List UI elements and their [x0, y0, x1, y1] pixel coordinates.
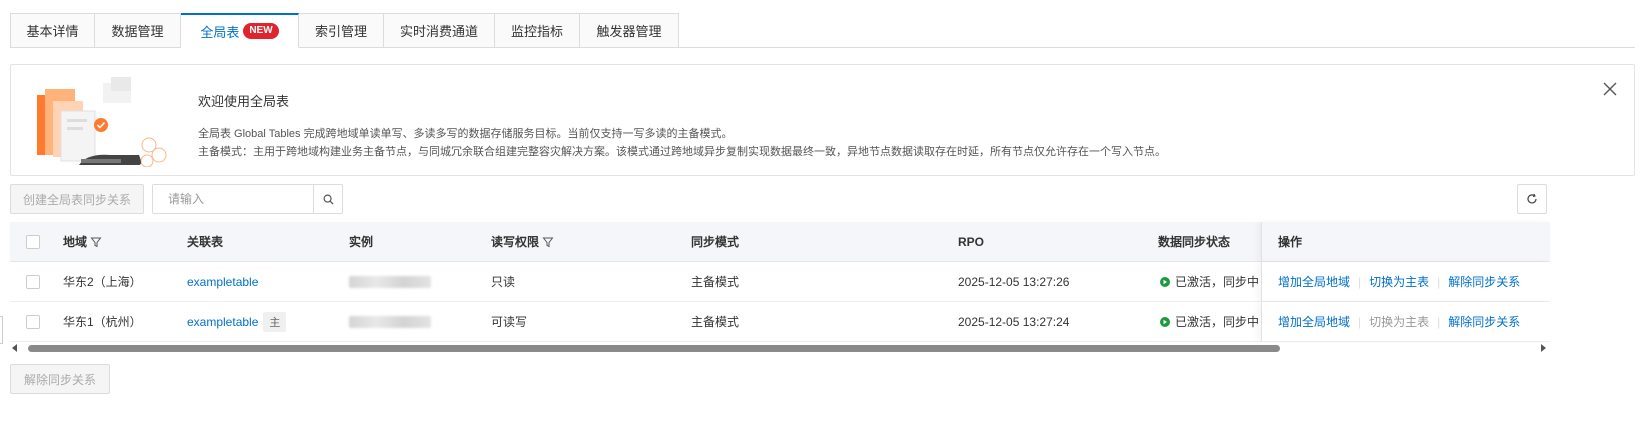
tab-index-management[interactable]: 索引管理 [299, 13, 384, 48]
primary-tag: 主 [263, 311, 287, 332]
header-rw-label: 读写权限 [491, 235, 540, 249]
filter-icon[interactable] [542, 236, 554, 248]
horizontal-scrollbar[interactable] [10, 342, 1550, 354]
refresh-button[interactable] [1517, 184, 1547, 214]
tab-label: 监控指标 [510, 24, 563, 39]
ops-links: 增加全局地域 | 切换为主表 | 解除同步关系 [1278, 302, 1520, 341]
ops-links: 增加全局地域 | 切换为主表 | 解除同步关系 [1278, 262, 1520, 301]
region-cell: 华东2（上海） [63, 275, 142, 289]
table-name-link[interactable]: exampletable [187, 275, 258, 289]
tab-label: 基本详情 [26, 24, 79, 39]
close-icon[interactable] [1602, 81, 1618, 97]
separator: | [1358, 314, 1362, 329]
table-row: 华东2（上海） exampletable 只读 主备模式 2025-12-05 … [10, 262, 1550, 302]
refresh-icon [1527, 193, 1537, 204]
search-button[interactable] [313, 185, 342, 213]
switch-primary-link[interactable]: 切换为主表 [1369, 273, 1429, 290]
row-checkbox[interactable] [26, 274, 40, 289]
tab-data-management[interactable]: 数据管理 [95, 13, 181, 48]
instance-redacted [349, 275, 431, 288]
tab-label: 索引管理 [314, 24, 367, 39]
add-region-link[interactable]: 增加全局地域 [1278, 273, 1350, 290]
remove-sync-button[interactable]: 解除同步关系 [10, 364, 110, 394]
row-checkbox-cell [26, 302, 40, 341]
instance-cell [349, 262, 431, 301]
welcome-mode-description: 主备模式：主用于跨地域构建业务主备节点，与同城冗余联合组建完整容灾解决方案。该模… [198, 146, 1166, 158]
scroll-right-icon[interactable] [1541, 344, 1546, 352]
separator: | [1437, 314, 1441, 329]
row-checkbox-cell [26, 262, 40, 301]
header-region-label: 地域 [63, 235, 88, 249]
rw-cell: 可读写 [491, 315, 528, 329]
instance-cell [349, 302, 431, 341]
side-panel-edge [0, 316, 3, 344]
welcome-card: 欢迎使用全局表 全局表 Global Tables 完成跨地域单读单写、多读多写… [10, 64, 1635, 176]
new-badge: NEW [243, 23, 279, 39]
tab-global-tables[interactable]: 全局表 NEW [181, 13, 299, 48]
search-input[interactable] [153, 185, 313, 213]
select-all-checkbox[interactable] [26, 234, 40, 249]
tab-basic-details[interactable]: 基本详情 [10, 13, 95, 48]
tab-monitoring[interactable]: 监控指标 [495, 13, 580, 48]
tab-trigger-management[interactable]: 触发器管理 [580, 13, 679, 48]
global-table-list: 地域 关联表 实例 读写权限 同步模式 RPO 数据同步状态 操作 华东2（上海… [10, 222, 1550, 342]
table-cell: exampletable 主 [187, 302, 287, 341]
tab-realtime-channel[interactable]: 实时消费通道 [384, 13, 495, 48]
rpo-cell: 2025-12-05 13:27:24 [958, 314, 1070, 329]
table-cell: exampletable [187, 262, 258, 301]
scroll-left-icon[interactable] [12, 344, 17, 352]
header-rpo: RPO [958, 234, 985, 249]
header-rw: 读写权限 [491, 222, 554, 261]
create-sync-button[interactable]: 创建全局表同步关系 [10, 184, 144, 214]
ops-cell: 增加全局地域 | 切换为主表 | 解除同步关系 [1261, 262, 1550, 301]
sync-status-cell: 已激活，同步中 [1160, 262, 1259, 301]
add-region-link[interactable]: 增加全局地域 [1278, 313, 1350, 330]
sync-status-text: 已激活，同步中 [1175, 315, 1260, 329]
header-ops: 操作 [1278, 235, 1303, 249]
play-status-icon [1160, 316, 1170, 327]
table-header: 地域 关联表 实例 读写权限 同步模式 RPO 数据同步状态 操作 [10, 222, 1550, 262]
sync-status-cell: 已激活，同步中 [1160, 302, 1259, 341]
play-status-icon [1160, 276, 1170, 287]
rw-cell: 只读 [491, 275, 516, 289]
filter-icon[interactable] [90, 236, 102, 248]
ops-cell: 增加全局地域 | 切换为主表 | 解除同步关系 [1261, 302, 1550, 341]
switch-primary-link: 切换为主表 [1369, 315, 1430, 329]
rpo-cell: 2025-12-05 13:27:26 [958, 274, 1070, 289]
header-instance: 实例 [349, 235, 374, 249]
tab-label: 数据管理 [111, 24, 164, 39]
header-sync-status: 数据同步状态 [1158, 235, 1231, 249]
header-table: 关联表 [187, 235, 224, 249]
remove-sync-link[interactable]: 解除同步关系 [1448, 273, 1520, 290]
remove-sync-link[interactable]: 解除同步关系 [1448, 313, 1520, 330]
welcome-description: 全局表 Global Tables 完成跨地域单读单写、多读多写的数据存储服务目… [198, 128, 733, 140]
row-checkbox[interactable] [26, 314, 40, 329]
tab-label: 全局表 [200, 24, 240, 40]
separator: | [1358, 274, 1362, 289]
tab-bar: 基本详情 数据管理 全局表 NEW 索引管理 实时消费通道 监控指标 触发器管理 [10, 13, 679, 48]
table-row: 华东1（杭州） exampletable 主 可读写 主备模式 2025-12-… [10, 302, 1550, 342]
welcome-title: 欢迎使用全局表 [198, 94, 290, 109]
select-all-cell [26, 222, 40, 261]
separator: | [1437, 274, 1441, 289]
global-table-illustration-icon [37, 77, 167, 167]
header-sync-mode: 同步模式 [691, 235, 740, 249]
search-box [152, 184, 343, 214]
sync-mode-cell: 主备模式 [691, 275, 740, 289]
tab-label: 触发器管理 [596, 24, 662, 39]
table-name-link[interactable]: exampletable [187, 315, 258, 329]
search-icon [323, 194, 334, 205]
scrollbar-thumb[interactable] [28, 345, 1280, 352]
sync-status-text: 已激活，同步中 [1175, 275, 1260, 289]
tab-label: 实时消费通道 [399, 24, 478, 39]
instance-redacted [349, 315, 431, 328]
header-ops-column: 操作 [1261, 222, 1550, 261]
header-region: 地域 [63, 222, 102, 261]
sync-mode-cell: 主备模式 [691, 315, 740, 329]
region-cell: 华东1（杭州） [63, 315, 142, 329]
